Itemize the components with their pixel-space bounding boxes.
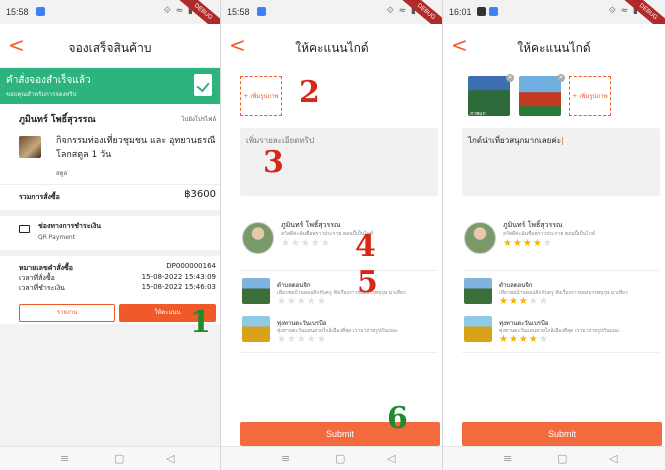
trip-rating-stars[interactable]: ★★★★★ (277, 334, 327, 345)
app-bar: < ให้คะแนนไกด์ (221, 24, 443, 68)
screen-rate-guide-filled: 16:01 ⟐ ≈ ▮ DEBUG < ให้คะแนนไกด์ ภาพแก ×… (443, 0, 665, 470)
uploaded-photo[interactable] (519, 76, 561, 116)
remove-photo-icon[interactable]: × (506, 74, 514, 82)
home-icon[interactable]: ▢ (335, 452, 345, 465)
home-icon[interactable]: ▢ (114, 452, 124, 465)
trip-image (464, 316, 492, 342)
order-no-value: DP000000164 (166, 262, 216, 270)
guide-rating-stars[interactable]: ★★★★★ (503, 238, 553, 249)
remove-photo-icon[interactable]: × (557, 74, 565, 82)
guide-rating-stars[interactable]: ★★★★★ (281, 238, 331, 249)
product-name: กิจกรรมท่องเที่ยวชุมชน และ อุทยานธรณีโลก… (56, 136, 216, 160)
order-time-value: 15-08-2022 15:43:09 (141, 273, 216, 281)
home-icon[interactable]: ▢ (557, 452, 567, 465)
banner-title: คำสั่งจองสำเร็จแล้ว (6, 75, 91, 86)
payment-label: ช่องทางการชำระเงิน (38, 222, 102, 230)
add-photo-button[interactable]: + เพิ่มรูปภาพ (240, 76, 282, 116)
guide-name: ภูมินทร์ โพธิ์สุวรรณ (19, 115, 96, 125)
paid-time-value: 15-08-2022 15:46:03 (141, 283, 216, 291)
submit-button[interactable]: Submit (462, 422, 662, 446)
trip-image (242, 316, 270, 342)
trip-rating-stars[interactable]: ★★★★★ (499, 296, 549, 307)
divider (240, 270, 437, 271)
status-bar: 15:58 ⟐ ≈ ▮ DEBUG (221, 0, 443, 40)
trip-rating-stars[interactable]: ★★★★★ (499, 334, 549, 345)
guide-description: สวัสดีค่ะฉันชื่อพราวประกาย ตอนนี้เป็นไกด… (503, 231, 596, 237)
trip-detail-text: ไกด์น่าเที่ยวสนุกมากเลยค่ะ (468, 136, 561, 145)
back-icon[interactable]: ◁ (166, 452, 174, 465)
page-title: ให้คะแนนไกด์ (295, 41, 369, 55)
banner-subtitle: ขอบคุณสำหรับการจองทริป (6, 91, 77, 98)
photo-caption: ภาพแก (470, 111, 486, 117)
status-bar: 15:58 ⟐ ≈ ▮ DEBUG (0, 0, 220, 40)
guide-product-section: ภูมินทร์ โพธิ์สุวรรณ ไปยังโปรไฟล์ กิจกรร… (0, 104, 220, 184)
order-total-label: รวมการสั่งซื้อ (19, 193, 60, 201)
submit-button[interactable]: Submit (240, 422, 440, 446)
product-location: สตูล (56, 170, 68, 177)
annotation-3: 3 (263, 145, 284, 180)
page-title: จองเสร็จสินค้าบ (68, 41, 152, 55)
annotation-5: 5 (357, 265, 378, 300)
success-banner: คำสั่งจองสำเร็จแล้ว ขอบคุณสำหรับการจองทร… (0, 68, 220, 104)
guide-avatar (242, 222, 274, 254)
trip-rating-stars[interactable]: ★★★★★ (277, 296, 327, 307)
order-total-row: รวมการสั่งซื้อ ฿3600 (0, 184, 220, 210)
add-photo-button[interactable]: + เพิ่มรูปภาพ (569, 76, 611, 116)
app-bar: < จองเสร็จสินค้าบ (0, 24, 220, 68)
annotation-4: 4 (355, 229, 376, 264)
menu-icon[interactable]: ≡ (503, 452, 512, 465)
divider (240, 352, 437, 353)
trip-image (242, 278, 270, 304)
order-info-section: หมายเลขคำสั่งซื้อ DP000000164 เวลาที่สั่… (0, 256, 220, 302)
annotation-6: 6 (387, 401, 408, 436)
trip-detail-input[interactable]: ไกด์น่าเที่ยวสนุกมากเลยค่ะ| (462, 128, 660, 196)
notification-icon (257, 7, 266, 16)
annotation-1: 1 (190, 305, 211, 340)
android-nav-bar: ≡ ▢ ◁ (443, 446, 665, 470)
back-icon[interactable]: ◁ (387, 452, 395, 465)
credit-card-icon (19, 225, 30, 233)
payment-method: QR Payment (38, 234, 76, 241)
status-bar: 16:01 ⟐ ≈ ▮ DEBUG (443, 0, 665, 40)
order-total-value: ฿3600 (184, 189, 216, 200)
status-time: 16:01 (449, 7, 472, 17)
screen-booking-complete: 15:58 ⟐ ≈ ▮ DEBUG < จองเสร็จสินค้าบ คำสั… (0, 0, 220, 470)
divider (462, 352, 659, 353)
payment-section: ช่องทางการชำระเงิน QR Payment (0, 216, 220, 250)
status-time: 15:58 (227, 7, 250, 17)
app-bar: < ให้คะแนนไกด์ (443, 24, 665, 68)
divider (462, 270, 659, 271)
page-title: ให้คะแนนไกด์ (517, 41, 591, 55)
profile-link[interactable]: ไปยังโปรไฟล์ (182, 114, 216, 124)
screen-rate-guide-empty: 15:58 ⟐ ≈ ▮ DEBUG < ให้คะแนนไกด์ + เพิ่ม… (221, 0, 443, 470)
android-nav-bar: ≡ ▢ ◁ (0, 446, 220, 470)
clipboard-check-icon (194, 74, 212, 96)
annotation-2: 2 (299, 75, 320, 110)
empty-area (0, 324, 220, 446)
menu-icon[interactable]: ≡ (60, 452, 69, 465)
menu-icon[interactable]: ≡ (281, 452, 290, 465)
product-thumbnail (19, 136, 41, 158)
notification-icon (489, 7, 498, 16)
notification-icon (477, 7, 486, 16)
status-time: 15:58 (6, 7, 29, 17)
report-button[interactable]: รายงาน (19, 304, 115, 322)
text-cursor: | (561, 136, 564, 145)
android-nav-bar: ≡ ▢ ◁ (221, 446, 443, 470)
notification-icon (36, 7, 45, 16)
guide-avatar (464, 222, 496, 254)
paid-time-label: เวลาที่ชำระเงิน (19, 284, 65, 292)
trip-image (464, 278, 492, 304)
back-icon[interactable]: ◁ (609, 452, 617, 465)
